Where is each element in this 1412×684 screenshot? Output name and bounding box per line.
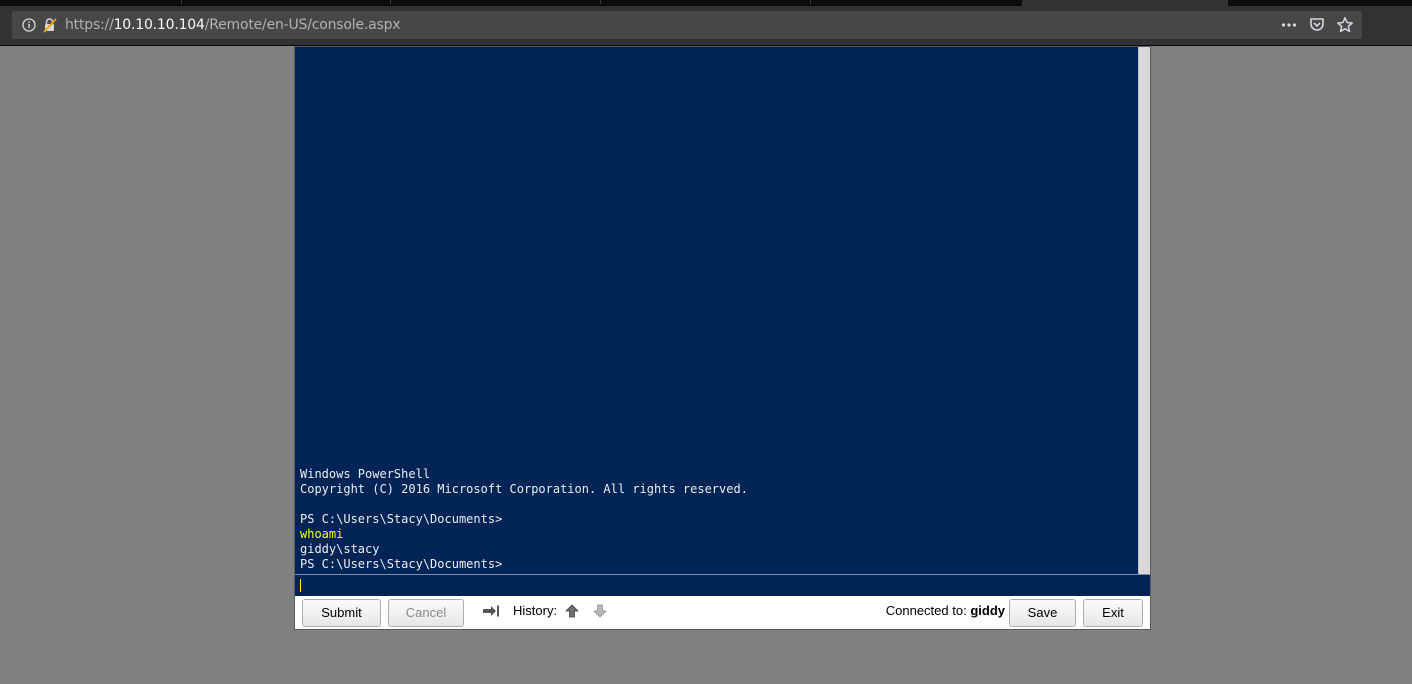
more-actions-icon[interactable] [1280,16,1298,34]
url-text[interactable]: https://10.10.10.104/Remote/en-US/consol… [65,17,401,33]
pocket-icon[interactable] [1308,16,1326,34]
console-line-output: giddy\stacy [300,542,380,556]
tab-separator [181,0,182,4]
console-line-output: Windows PowerShell [300,467,431,481]
connection-status: Connected to: giddy [886,603,1005,618]
console-line-output: Copyright (C) 2016 Microsoft Corporation… [300,482,748,496]
console-line-command: whoami [300,527,344,541]
console-line-prompt: PS C:\Users\Stacy\Documents> [300,512,503,526]
arrow-up-icon[interactable] [565,604,579,618]
save-button[interactable]: Save [1009,599,1076,627]
console-output: Windows PowerShell Copyright (C) 2016 Mi… [295,47,1138,574]
powershell-web-console: Windows PowerShell Copyright (C) 2016 Mi… [294,46,1151,630]
exit-button[interactable]: Exit [1083,599,1143,627]
connected-label: Connected to: [885,603,967,618]
submit-button[interactable]: Submit [302,599,381,627]
arrow-down-icon[interactable] [593,604,607,618]
tab-separator [600,0,601,4]
history-label: History: [513,603,558,618]
insecure-lock-icon[interactable] [42,17,58,33]
console-scrollbar[interactable] [1138,47,1150,574]
url-host: 10.10.10.104 [113,17,205,33]
cancel-button: Cancel [388,599,464,627]
url-path: /Remote/en-US/console.aspx [204,17,401,33]
console-toolbar: Submit Cancel History: Connected to: gid… [295,596,1150,629]
url-bar[interactable]: https://10.10.10.104/Remote/en-US/consol… [12,11,1362,39]
tab-arrow-icon[interactable] [482,604,500,618]
url-actions [1280,15,1354,35]
url-scheme: https:// [65,17,114,33]
bookmark-star-icon[interactable] [1336,16,1354,34]
info-icon[interactable] [22,18,36,32]
console-output-text: Windows PowerShell Copyright (C) 2016 Mi… [300,467,748,572]
connected-host: giddy [970,603,1005,618]
command-input[interactable] [299,577,1139,593]
tab-separator [810,0,811,4]
command-input-row [295,574,1150,596]
console-line-prompt: PS C:\Users\Stacy\Documents> [300,557,503,571]
navigation-bar: https://10.10.10.104/Remote/en-US/consol… [0,6,1412,46]
tab-separator [390,0,391,4]
